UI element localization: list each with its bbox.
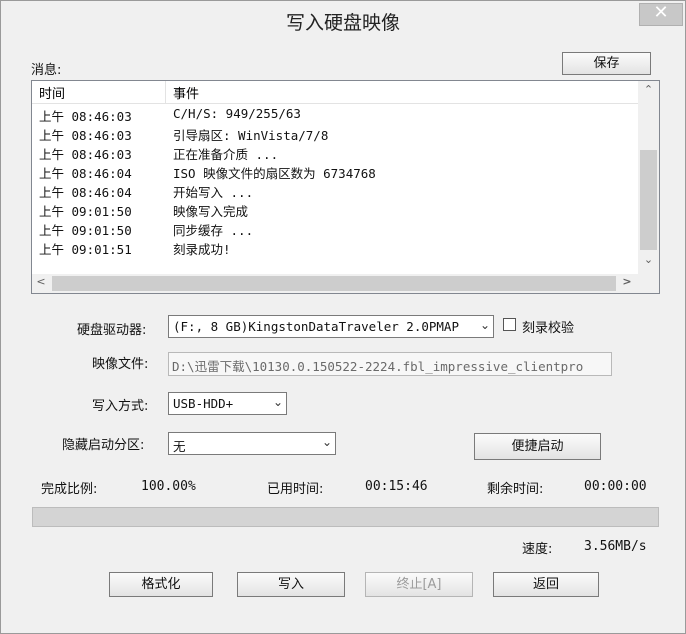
close-icon[interactable]: ✕ <box>640 2 682 23</box>
log-row: 上午 08:46:03 引导扇区: WinVista/7/8 <box>32 124 638 143</box>
log-rows: 上午 08:46:03 C/H/S: 949/255/63 上午 08:46:03… <box>32 105 638 257</box>
scroll-down-icon[interactable]: ⌄ <box>638 253 659 266</box>
chevron-down-icon[interactable]: ⌄ <box>273 395 283 409</box>
write-mode-value: USB-HDD+ <box>173 396 234 411</box>
log-time: 上午 08:46:03 <box>39 109 132 124</box>
write-mode-label: 写入方式: <box>92 399 149 414</box>
horizontal-scroll-thumb[interactable] <box>52 276 616 291</box>
log-time: 上午 08:46:04 <box>39 166 132 181</box>
message-log[interactable]: 时间 事件 上午 08:46:03 C/H/S: 949/255/63 上午 08… <box>31 80 660 294</box>
drive-value: (F:, 8 GB)KingstonDataTraveler 2.0PMAP <box>173 319 459 334</box>
close-button[interactable]: ✕ <box>639 2 683 26</box>
log-event: 引导扇区: WinVista/7/8 <box>173 128 329 143</box>
vertical-scrollbar[interactable]: ⌃ ⌄ <box>638 81 659 274</box>
log-header: 时间 事件 <box>32 81 638 104</box>
log-event: 刻录成功! <box>173 242 231 257</box>
log-time: 上午 09:01:50 <box>39 223 132 238</box>
log-row: 上午 08:46:03 C/H/S: 949/255/63 <box>32 105 638 124</box>
dialog-body: 消息: 保存 时间 事件 上午 08:46:03 C/H/S: 949/255/6… <box>9 39 677 625</box>
log-row: 上午 09:01:50 同步缓存 ... <box>32 219 638 238</box>
scrollbar-corner <box>638 274 659 293</box>
completion-value: 100.00% <box>141 479 196 494</box>
hidden-partition-value: 无 <box>173 439 186 454</box>
log-row: 上午 08:46:04 ISO 映像文件的扇区数为 6734768 <box>32 162 638 181</box>
scroll-left-icon[interactable]: < <box>32 275 50 288</box>
horizontal-scrollbar[interactable]: < > <box>32 274 638 293</box>
log-event: 同步缓存 ... <box>173 223 254 238</box>
remaining-label: 剩余时间: <box>487 482 544 497</box>
scroll-right-icon[interactable]: > <box>618 275 636 288</box>
scroll-up-icon[interactable]: ⌃ <box>638 83 659 96</box>
back-button[interactable]: 返回 <box>493 572 599 597</box>
hidden-partition-label: 隐藏启动分区: <box>62 438 145 453</box>
messages-label: 消息: <box>31 63 62 78</box>
format-button[interactable]: 格式化 <box>109 572 213 597</box>
verify-label[interactable]: 刻录校验 <box>522 317 574 336</box>
progress-bar <box>32 507 659 527</box>
drive-label: 硬盘驱动器: <box>77 323 147 338</box>
write-disk-image-dialog: 写入硬盘映像 ✕ 消息: 保存 时间 事件 上午 08:46:03 C/H/S: … <box>0 0 686 634</box>
title-bar[interactable]: 写入硬盘映像 ✕ <box>1 1 685 39</box>
save-button[interactable]: 保存 <box>562 52 651 75</box>
write-button[interactable]: 写入 <box>237 572 345 597</box>
log-row: 上午 09:01:51 刻录成功! <box>32 238 638 257</box>
chevron-down-icon[interactable]: ⌄ <box>322 435 332 449</box>
progress-fill <box>33 508 658 526</box>
log-row: 上午 08:46:03 正在准备介质 ... <box>32 143 638 162</box>
drive-select[interactable]: (F:, 8 GB)KingstonDataTraveler 2.0PMAP ⌄ <box>168 315 494 338</box>
log-event: 映像写入完成 <box>173 204 249 219</box>
log-row: 上午 08:46:04 开始写入 ... <box>32 181 638 200</box>
hidden-partition-select[interactable]: 无 ⌄ <box>168 432 336 455</box>
log-time: 上午 08:46:03 <box>39 128 132 143</box>
speed-value: 3.56MB/s <box>584 539 647 554</box>
quick-boot-button[interactable]: 便捷启动 <box>474 433 601 460</box>
log-event: 正在准备介质 ... <box>173 147 279 162</box>
chevron-down-icon[interactable]: ⌄ <box>480 318 490 332</box>
completion-label: 完成比例: <box>41 482 98 497</box>
log-time: 上午 08:46:04 <box>39 185 132 200</box>
window-title: 写入硬盘映像 <box>285 12 400 34</box>
write-mode-select[interactable]: USB-HDD+ ⌄ <box>168 392 287 415</box>
log-row: 上午 09:01:50 映像写入完成 <box>32 200 638 219</box>
log-event: ISO 映像文件的扇区数为 6734768 <box>173 166 376 181</box>
log-event: 开始写入 ... <box>173 185 254 200</box>
image-file-label: 映像文件: <box>92 357 149 372</box>
log-time: 上午 09:01:51 <box>39 242 132 257</box>
log-time: 上午 09:01:50 <box>39 204 132 219</box>
column-header-event[interactable]: 事件 <box>173 83 199 102</box>
verify-checkbox[interactable] <box>503 318 516 331</box>
elapsed-label: 已用时间: <box>267 482 324 497</box>
elapsed-value: 00:15:46 <box>365 479 428 494</box>
log-time: 上午 08:46:03 <box>39 147 132 162</box>
log-event: C/H/S: 949/255/63 <box>173 106 301 121</box>
vertical-scroll-thumb[interactable] <box>640 150 657 250</box>
column-divider[interactable] <box>165 81 166 103</box>
column-header-time[interactable]: 时间 <box>39 83 65 102</box>
stop-button[interactable]: 终止[A] <box>365 572 473 597</box>
remaining-value: 00:00:00 <box>584 479 647 494</box>
speed-label: 速度: <box>522 542 553 557</box>
image-file-field[interactable]: D:\迅雷下载\10130.0.150522-2224.fbl_impressi… <box>168 352 612 376</box>
image-file-value: D:\迅雷下载\10130.0.150522-2224.fbl_impressi… <box>172 359 584 374</box>
